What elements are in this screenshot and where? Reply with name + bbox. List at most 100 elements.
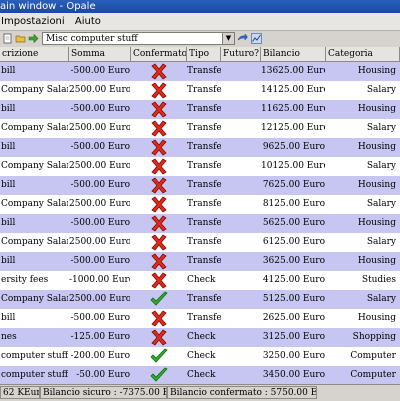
cell-somma: 2500.00 Euro bbox=[69, 237, 130, 247]
cell-somma: 2500.00 Euro bbox=[69, 123, 130, 133]
cell-categoria: Salary bbox=[366, 123, 396, 133]
cell-bilancio: 5625.00 Euro bbox=[262, 218, 325, 228]
cell-bilancio: 10125.00 Euro bbox=[261, 161, 325, 171]
table-row[interactable]: Company Salary2500.00 Euro Transfer 12125.… bbox=[0, 119, 400, 138]
green-arrow-icon[interactable] bbox=[28, 33, 39, 44]
table-row[interactable]: bill -500.00 Euro Transfer 13625.00 Euro Hou… bbox=[0, 62, 400, 81]
cell-descrizione: Company Salary bbox=[1, 123, 68, 133]
cell-tipo: Check bbox=[187, 351, 216, 361]
window-titlebar: ain window - Opale bbox=[0, 0, 400, 13]
transactions-table: crizione Somma Confermato Tipo Futuro? B… bbox=[0, 47, 400, 384]
cell-somma: 2500.00 Euro bbox=[69, 199, 130, 209]
cell-descrizione: Company Salary bbox=[1, 294, 68, 304]
cell-tipo: Check bbox=[187, 370, 216, 380]
cell-tipo: Transfer bbox=[187, 199, 221, 209]
cell-categoria: Salary bbox=[366, 294, 396, 304]
cell-categoria: Salary bbox=[366, 199, 396, 209]
cell-categoria: Housing bbox=[357, 180, 396, 190]
cross-icon bbox=[150, 119, 170, 138]
cell-categoria: Studies bbox=[361, 275, 396, 285]
chevron-down-icon[interactable]: ▼ bbox=[222, 33, 234, 44]
blue-arrow-icon[interactable] bbox=[237, 33, 248, 44]
menu-impostazioni[interactable]: Impostazioni bbox=[1, 16, 65, 27]
cell-somma: 2500.00 Euro bbox=[69, 85, 130, 95]
cross-icon bbox=[150, 157, 170, 176]
table-row[interactable]: Company Salary2500.00 Euro Transfer 10125.… bbox=[0, 157, 400, 176]
table-row[interactable]: Company Salary2500.00 Euro Transfer 14125.… bbox=[0, 81, 400, 100]
cell-descrizione: Company Salary bbox=[1, 237, 68, 247]
table-row[interactable]: bill -500.00 Euro Transfer 2625.00 Euro Hous… bbox=[0, 309, 400, 328]
status-bar: 62 KEuro Bilancio sicuro : -7375.00 Euro… bbox=[0, 384, 400, 401]
page-icon[interactable] bbox=[2, 33, 13, 44]
toolbar: Misc computer stuff ▼ bbox=[0, 31, 400, 47]
cell-tipo: Transfer bbox=[187, 237, 221, 247]
cell-tipo: Transfer bbox=[187, 313, 221, 323]
cell-bilancio: 13625.00 Euro bbox=[261, 66, 325, 76]
table-row[interactable]: Company Salary2500.00 Euro Transfer 5125.0… bbox=[0, 290, 400, 309]
menu-bar: Impostazioni Aiuto bbox=[0, 13, 400, 31]
folder-icon[interactable] bbox=[15, 33, 26, 44]
header-futuro[interactable]: Futuro? bbox=[221, 47, 261, 61]
cell-descrizione: bill bbox=[1, 256, 16, 266]
table-row[interactable]: bill -500.00 Euro Transfer 5625.00 Euro Hous… bbox=[0, 214, 400, 233]
table-row[interactable]: Company Salary2500.00 Euro Transfer 8125.0… bbox=[0, 195, 400, 214]
cell-tipo: Transfer bbox=[187, 123, 221, 133]
check-icon bbox=[150, 366, 170, 384]
cell-tipo: Transfer bbox=[187, 66, 221, 76]
cross-icon bbox=[150, 328, 170, 347]
cell-somma: -500.00 Euro bbox=[70, 104, 130, 114]
cell-tipo: Transfer bbox=[187, 142, 221, 152]
cell-bilancio: 5125.00 Euro bbox=[262, 294, 325, 304]
cell-tipo: Transfer bbox=[187, 294, 221, 304]
menu-aiuto[interactable]: Aiuto bbox=[75, 16, 101, 27]
cell-bilancio: 3250.00 Euro bbox=[262, 351, 325, 361]
cell-bilancio: 3625.00 Euro bbox=[262, 256, 325, 266]
cross-icon bbox=[150, 195, 170, 214]
table-row[interactable]: bill -500.00 Euro Transfer 7625.00 Euro Hous… bbox=[0, 176, 400, 195]
cell-categoria: Computer bbox=[350, 370, 396, 380]
table-header: crizione Somma Confermato Tipo Futuro? B… bbox=[0, 47, 400, 62]
header-categoria[interactable]: Categoria bbox=[326, 47, 400, 61]
header-confermato[interactable]: Confermato bbox=[131, 47, 187, 61]
table-row[interactable]: computer stuff -200.00 Euro Check 3250.00 E… bbox=[0, 347, 400, 366]
cell-descrizione: bill bbox=[1, 66, 16, 76]
table-row[interactable]: ersity fees -1000.00 Euro Check 4125.00 Eur… bbox=[0, 271, 400, 290]
cell-tipo: Transfer bbox=[187, 218, 221, 228]
cell-tipo: Transfer bbox=[187, 256, 221, 266]
cell-tipo: Check bbox=[187, 332, 216, 342]
status-confirmed-balance: Bilancio confermato : 5750.00 Euro bbox=[167, 386, 317, 399]
header-tipo[interactable]: Tipo bbox=[187, 47, 221, 61]
cell-descrizione: Company Salary bbox=[1, 161, 68, 171]
cell-somma: -500.00 Euro bbox=[70, 180, 130, 190]
cell-bilancio: 6125.00 Euro bbox=[262, 237, 325, 247]
cell-descrizione: Company Salary bbox=[1, 199, 68, 209]
cell-somma: -50.00 Euro bbox=[76, 370, 130, 380]
cell-descrizione: bill bbox=[1, 142, 16, 152]
header-somma[interactable]: Somma bbox=[69, 47, 131, 61]
cross-icon bbox=[150, 252, 170, 271]
cell-tipo: Transfer bbox=[187, 104, 221, 114]
cell-descrizione: computer stuff bbox=[1, 370, 68, 380]
status-safe-balance: Bilancio sicuro : -7375.00 Euro bbox=[40, 386, 167, 399]
table-row[interactable]: bill -500.00 Euro Transfer 3625.00 Euro Hous… bbox=[0, 252, 400, 271]
cell-categoria: Salary bbox=[366, 85, 396, 95]
cell-categoria: Shopping bbox=[352, 332, 396, 342]
cell-bilancio: 7625.00 Euro bbox=[262, 180, 325, 190]
header-bilancio[interactable]: Bilancio bbox=[261, 47, 326, 61]
cell-bilancio: 3450.00 Euro bbox=[262, 370, 325, 380]
table-row[interactable]: bill -500.00 Euro Transfer 11625.00 Euro Hou… bbox=[0, 100, 400, 119]
cell-bilancio: 2625.00 Euro bbox=[262, 313, 325, 323]
table-row[interactable]: nes -125.00 Euro Check 3125.00 Euro Shopping bbox=[0, 328, 400, 347]
cross-icon bbox=[150, 309, 170, 328]
cell-categoria: Computer bbox=[350, 351, 396, 361]
table-row[interactable]: computer stuff -50.00 Euro Check 3450.00 Eu… bbox=[0, 366, 400, 384]
cross-icon bbox=[150, 271, 170, 290]
chart-icon[interactable] bbox=[251, 33, 262, 44]
cell-categoria: Housing bbox=[357, 218, 396, 228]
cell-bilancio: 12125.00 Euro bbox=[261, 123, 325, 133]
table-row[interactable]: Company Salary2500.00 Euro Transfer 6125.0… bbox=[0, 233, 400, 252]
account-combo[interactable]: Misc computer stuff ▼ bbox=[42, 32, 235, 45]
table-row[interactable]: bill -500.00 Euro Transfer 9625.00 Euro Hous… bbox=[0, 138, 400, 157]
check-icon bbox=[150, 290, 170, 309]
header-descrizione[interactable]: crizione bbox=[0, 47, 69, 61]
